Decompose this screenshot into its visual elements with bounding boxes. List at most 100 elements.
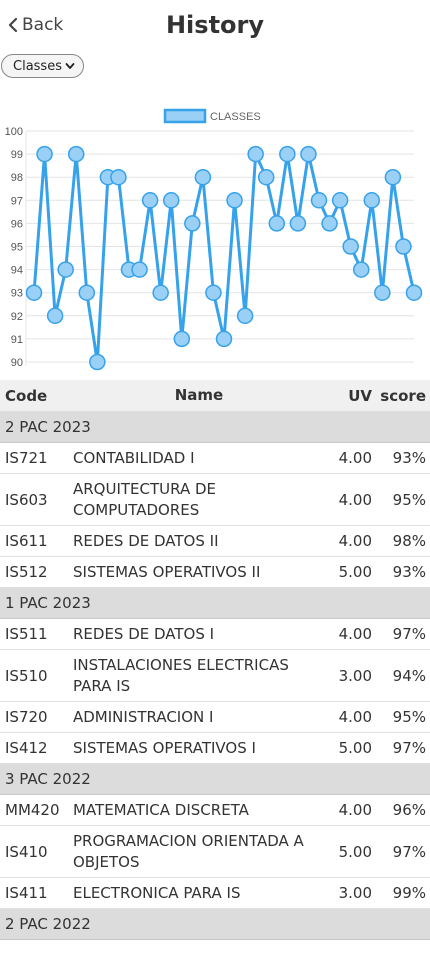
table-row[interactable]: IS611 REDES DE DATOS II 4.00 98% [0,526,430,557]
y-tick-label: 95 [11,242,23,254]
data-point[interactable] [374,284,391,301]
cell-score: 99% [392,884,426,902]
table-row[interactable]: IS512 SISTEMAS OPERATIVOS II 5.00 93% [0,557,430,588]
header-score: score [380,386,426,405]
y-tick-label: 93 [11,288,23,300]
table-row[interactable]: IS412 SISTEMAS OPERATIVOS I 5.00 97% [0,733,430,764]
cell-uv: 4.00 [338,449,372,467]
data-point[interactable] [184,215,201,232]
data-point[interactable] [236,307,254,325]
data-point[interactable] [162,192,180,209]
cell-code: IS412 [5,739,48,757]
cell-name: ADMINISTRACION I [73,707,214,726]
data-point[interactable] [110,168,127,186]
table-row[interactable]: MM420 MATEMATICA DISCRETA 4.00 96% [0,795,430,826]
data-point[interactable] [215,330,233,348]
cell-code: IS721 [5,449,48,467]
cell-code: IS411 [5,884,48,902]
cell-code: IS510 [5,666,48,685]
cell-uv: 4.00 [338,801,372,819]
section-header: 2 PAC 2023 [0,412,430,443]
table-row[interactable]: IS510 INSTALACIONES ELECTRICAS PARA IS 3.0… [0,650,430,702]
y-tick-label: 99 [11,149,23,161]
cell-uv: 3.00 [338,884,372,902]
cell-name: MATEMATICA DISCRETA [73,800,249,819]
cell-uv: 3.00 [338,666,372,685]
section-header: 1 PAC 2023 [0,588,430,619]
y-tick-label: 97 [11,195,23,207]
table-row[interactable]: IS410 PROGRAMACION ORIENTADA A OBJETOS 5.0… [0,826,430,878]
header: Back History [0,0,430,54]
y-tick-label: 98 [11,172,23,184]
data-point[interactable] [279,145,296,163]
data-point[interactable] [46,307,64,325]
cell-name: ELECTRONICA PARA IS [73,883,241,902]
data-point[interactable] [310,192,328,209]
table-row[interactable]: IS720 ADMINISTRACION I 4.00 95% [0,702,430,733]
cell-uv: 4.00 [338,625,372,643]
data-point[interactable] [67,145,85,163]
table-row[interactable]: IS511 REDES DE DATOS I 4.00 97% [0,619,430,650]
data-point[interactable] [405,284,423,301]
cell-uv: 4.00 [338,490,372,509]
section-header: 3 PAC 2022 [0,764,430,795]
legend-swatch [163,108,207,124]
cell-uv: 5.00 [338,842,372,861]
data-point[interactable] [226,192,243,209]
data-point[interactable] [247,145,264,163]
data-point[interactable] [289,215,307,232]
data-point[interactable] [257,168,275,186]
y-tick-label: 90 [11,357,23,369]
data-point[interactable] [173,330,191,348]
data-point[interactable] [352,261,370,278]
cell-name: PROGRAMACION ORIENTADA A OBJETOS [73,831,304,871]
data-point[interactable] [331,192,349,209]
table-body: 2 PAC 2023 IS721 CONTABILIDAD I 4.00 93% IS60… [0,412,430,940]
cell-name: ARQUITECTURA DE COMPUTADORES [73,479,217,519]
cell-score: 96% [392,801,426,819]
data-point[interactable] [25,284,43,301]
data-point[interactable] [141,192,159,209]
page-title: History [165,11,265,39]
data-point[interactable] [268,215,286,232]
cell-name: CONTABILIDAD I [73,448,195,467]
cell-name: REDES DE DATOS I [73,624,215,643]
category-select-value: Classes [13,58,62,74]
y-tick-label: 100 [5,126,23,138]
data-point[interactable] [205,284,222,301]
table-row[interactable]: IS411 ELECTRONICA PARA IS 3.00 99% [0,878,430,909]
data-point[interactable] [342,238,359,255]
y-tick-label: 92 [11,311,23,323]
category-select[interactable]: Classes [1,54,84,78]
cell-code: IS511 [5,625,48,643]
cell-name: SISTEMAS OPERATIVOS I [73,738,256,757]
cell-score: 97% [392,842,426,861]
data-point[interactable] [194,168,212,186]
y-tick-label: 94 [11,265,23,277]
legend-label: CLASSES [210,111,261,123]
data-point[interactable] [57,261,74,278]
cell-uv: 4.00 [338,708,372,726]
table-row[interactable]: IS603 ARQUITECTURA DE COMPUTADORES 4.00 95% [0,474,430,526]
cell-uv: 5.00 [338,563,372,581]
data-point[interactable] [152,284,169,301]
data-point[interactable] [321,215,338,232]
cell-code: MM420 [5,801,60,819]
data-point[interactable] [395,238,412,255]
cell-code: IS611 [5,532,48,550]
data-point[interactable] [363,192,381,209]
history-table: Code Name UV score 2 PAC 2023 IS721 CONTAB… [0,380,430,940]
data-point[interactable] [78,284,96,301]
data-point[interactable] [36,145,53,163]
data-point[interactable] [384,168,402,186]
cell-name: INSTALACIONES ELECTRICAS PARA IS [73,655,289,695]
data-point[interactable] [300,145,317,163]
cell-score: 98% [392,532,426,550]
cell-code: IS720 [5,708,48,726]
data-point[interactable] [89,353,106,371]
data-point[interactable] [131,261,148,278]
table-row[interactable]: IS721 CONTABILIDAD I 4.00 93% [0,443,430,474]
header-code: Code [5,386,48,405]
cell-score: 95% [392,490,426,509]
cell-uv: 4.00 [338,532,372,550]
